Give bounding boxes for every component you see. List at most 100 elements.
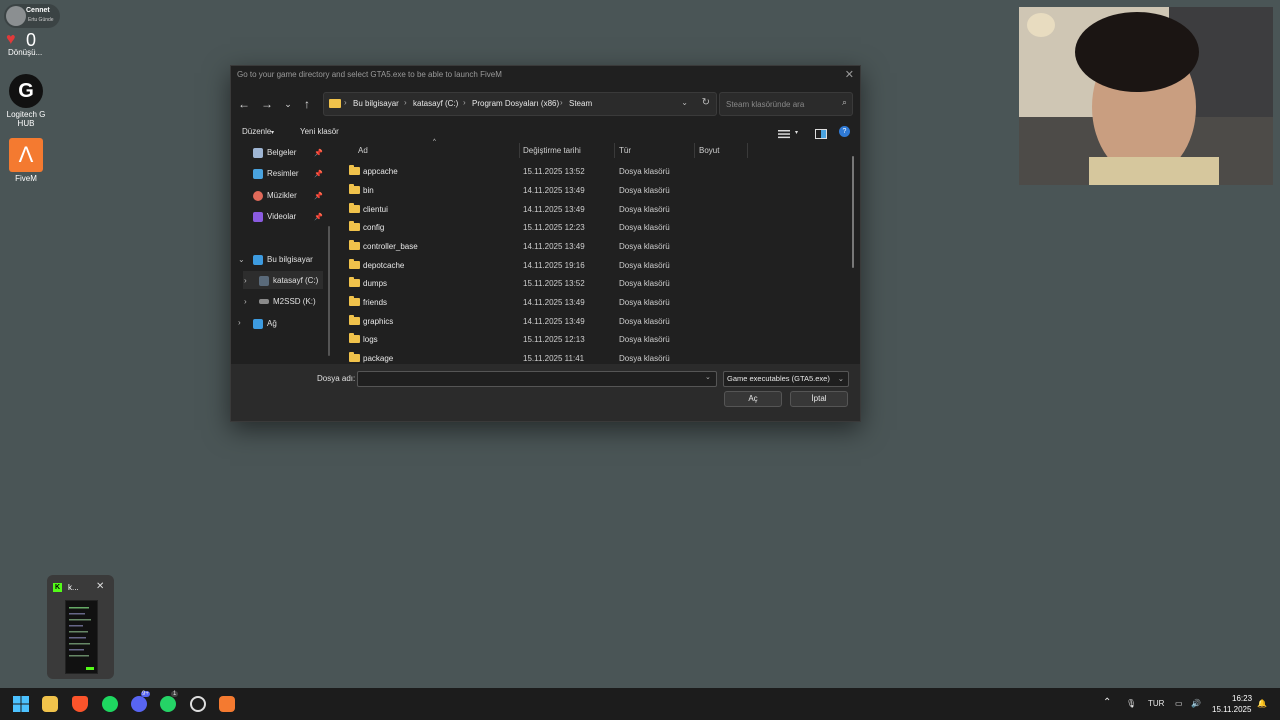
file-date: 14.11.2025 13:49 — [523, 242, 585, 251]
breadcrumb-drive-c[interactable]: katasayf (C:) — [413, 99, 458, 108]
file-row[interactable]: bin 14.11.2025 13:49 Dosya klasörü — [347, 182, 851, 200]
file-explorer-icon[interactable] — [42, 696, 58, 712]
whatsapp-icon[interactable] — [160, 696, 176, 712]
chevron-down-icon[interactable]: ⌄ — [705, 373, 711, 381]
file-row[interactable]: controller_base 14.11.2025 13:49 Dosya kla… — [347, 238, 851, 256]
network-icon — [253, 319, 263, 329]
nav-scrollbar[interactable] — [328, 226, 330, 356]
notification-icon[interactable]: 🔔 — [1257, 699, 1267, 708]
chevron-right-icon[interactable]: › — [238, 318, 241, 327]
column-divider[interactable] — [747, 143, 748, 158]
nav-item-videos[interactable]: Videolar — [253, 212, 296, 222]
up-button[interactable]: ↑ — [298, 95, 316, 113]
column-divider[interactable] — [614, 143, 615, 158]
spotify-icon[interactable] — [102, 696, 118, 712]
preview-title: k... — [68, 583, 79, 592]
column-divider[interactable] — [694, 143, 695, 158]
open-button[interactable]: Aç — [724, 391, 782, 407]
file-list-scrollbar[interactable] — [852, 156, 854, 268]
desktop-icon-fivem[interactable]: Λ FiveM — [1, 138, 51, 183]
brave-browser-icon[interactable] — [72, 696, 88, 712]
nav-item-documents[interactable]: Belgeler — [253, 148, 296, 158]
nav-item-pictures[interactable]: Resimler — [253, 169, 299, 179]
file-row[interactable]: graphics 14.11.2025 13:49 Dosya klasörü — [347, 313, 851, 331]
file-type: Dosya klasörü — [619, 223, 670, 232]
filename-field[interactable] — [357, 371, 717, 387]
preview-thumbnail[interactable] — [65, 600, 98, 674]
forward-button[interactable]: → — [258, 95, 276, 113]
file-row[interactable]: config 15.11.2025 12:23 Dosya klasörü — [347, 219, 851, 237]
desktop-icon-logitech[interactable]: G Logitech G HUB — [1, 74, 51, 128]
close-icon[interactable]: ✕ — [96, 581, 104, 592]
windows-start-icon[interactable] — [13, 696, 29, 712]
chevron-down-icon[interactable]: ▾ — [795, 129, 798, 136]
volume-icon[interactable]: 🔊 — [1191, 699, 1201, 708]
file-row[interactable]: appcache 15.11.2025 13:52 Dosya klasörü — [347, 163, 851, 181]
nav-item-this-pc[interactable]: Bu bilgisayar — [253, 255, 313, 265]
column-header-name[interactable]: Ad — [358, 146, 368, 155]
column-divider[interactable] — [519, 143, 520, 158]
chevron-right-icon[interactable]: › — [244, 297, 247, 306]
file-row[interactable]: package 15.11.2025 11:41 Dosya klasörü — [347, 350, 851, 364]
microphone-icon[interactable]: 🎙 — [1126, 699, 1136, 708]
help-icon[interactable]: ? — [839, 126, 850, 137]
address-bar[interactable]: › Bu bilgisayar › katasayf (C:) › Progra… — [323, 92, 717, 116]
breadcrumb-steam[interactable]: Steam — [569, 99, 592, 108]
file-type: Dosya klasörü — [619, 186, 670, 195]
file-type: Dosya klasörü — [619, 261, 670, 270]
pin-icon: 📌 — [314, 150, 323, 157]
clock-date[interactable]: 15.11.2025 — [1212, 705, 1251, 714]
nav-item-network[interactable]: Ağ — [253, 319, 277, 329]
language-indicator[interactable]: TUR — [1148, 699, 1164, 708]
network-icon[interactable]: ▭ — [1175, 699, 1183, 708]
view-options-icon[interactable] — [778, 126, 790, 139]
back-button[interactable]: ← — [235, 95, 253, 113]
column-header-size[interactable]: Boyut — [699, 146, 719, 155]
folder-icon — [349, 259, 360, 269]
file-row[interactable]: depotcache 14.11.2025 19:16 Dosya klasörü — [347, 257, 851, 275]
music-icon — [253, 191, 263, 201]
breadcrumb-this-pc[interactable]: Bu bilgisayar — [353, 99, 399, 108]
discord-icon[interactable] — [131, 696, 147, 712]
breadcrumb-program-files[interactable]: Program Dosyaları (x86) — [472, 99, 559, 108]
clock-time[interactable]: 16:23 — [1232, 694, 1252, 703]
fivem-taskbar-icon[interactable] — [219, 696, 235, 712]
nav-item-drive-k[interactable]: M2SSD (K:) — [259, 297, 316, 306]
chevron-down-icon[interactable]: ⌄ — [681, 98, 688, 107]
column-header-type[interactable]: Tür — [619, 146, 631, 155]
file-type: Dosya klasörü — [619, 279, 670, 288]
chevron-down-icon: ⌄ — [837, 374, 844, 383]
chevron-right-icon[interactable]: › — [244, 276, 247, 285]
folder-icon — [349, 296, 360, 306]
column-header-date[interactable]: Değiştirme tarihi — [523, 146, 581, 155]
chevron-down-icon[interactable]: ⌄ — [238, 255, 245, 264]
chevron-up-icon[interactable]: ⌃ — [1103, 697, 1111, 708]
nav-item-label: Bu bilgisayar — [267, 255, 313, 265]
file-date: 14.11.2025 13:49 — [523, 186, 585, 195]
refresh-icon[interactable]: ↻ — [702, 97, 710, 108]
recent-locations-button[interactable]: ⌄ — [279, 95, 297, 113]
file-row[interactable]: logs 15.11.2025 12:13 Dosya klasörü — [347, 331, 851, 349]
file-row[interactable]: dumps 15.11.2025 13:52 Dosya klasörü — [347, 275, 851, 293]
cancel-button[interactable]: İptal — [790, 391, 848, 407]
nav-item-music[interactable]: Müzikler — [253, 191, 297, 201]
search-input[interactable] — [724, 97, 838, 111]
dialog-footer: Dosya adı: ⌄ Game executables (GTA5.exe)… — [231, 364, 860, 421]
nav-item-drive-c[interactable]: katasayf (C:) — [259, 276, 318, 286]
preview-pane-icon[interactable] — [815, 126, 827, 139]
file-type-filter[interactable]: Game executables (GTA5.exe) ⌄ — [723, 371, 849, 387]
folder-icon — [349, 333, 360, 343]
file-name: appcache — [363, 167, 398, 176]
close-button[interactable]: ✕ — [845, 68, 854, 81]
taskbar-preview[interactable]: K k... ✕ — [47, 575, 114, 679]
search-box[interactable]: ⌕ — [719, 92, 853, 116]
cennet-widget[interactable]: Cennet Ertu Günde — [4, 4, 60, 28]
file-name: depotcache — [363, 261, 405, 270]
obs-icon[interactable] — [190, 696, 206, 712]
filename-label: Dosya adı: — [317, 374, 356, 383]
file-row[interactable]: clientui 14.11.2025 13:49 Dosya klasörü — [347, 201, 851, 219]
organize-button[interactable]: Düzenle — [242, 127, 271, 136]
file-row[interactable]: friends 14.11.2025 13:49 Dosya klasörü — [347, 294, 851, 312]
file-name: logs — [363, 335, 378, 344]
new-folder-button[interactable]: Yeni klasör — [300, 127, 339, 136]
